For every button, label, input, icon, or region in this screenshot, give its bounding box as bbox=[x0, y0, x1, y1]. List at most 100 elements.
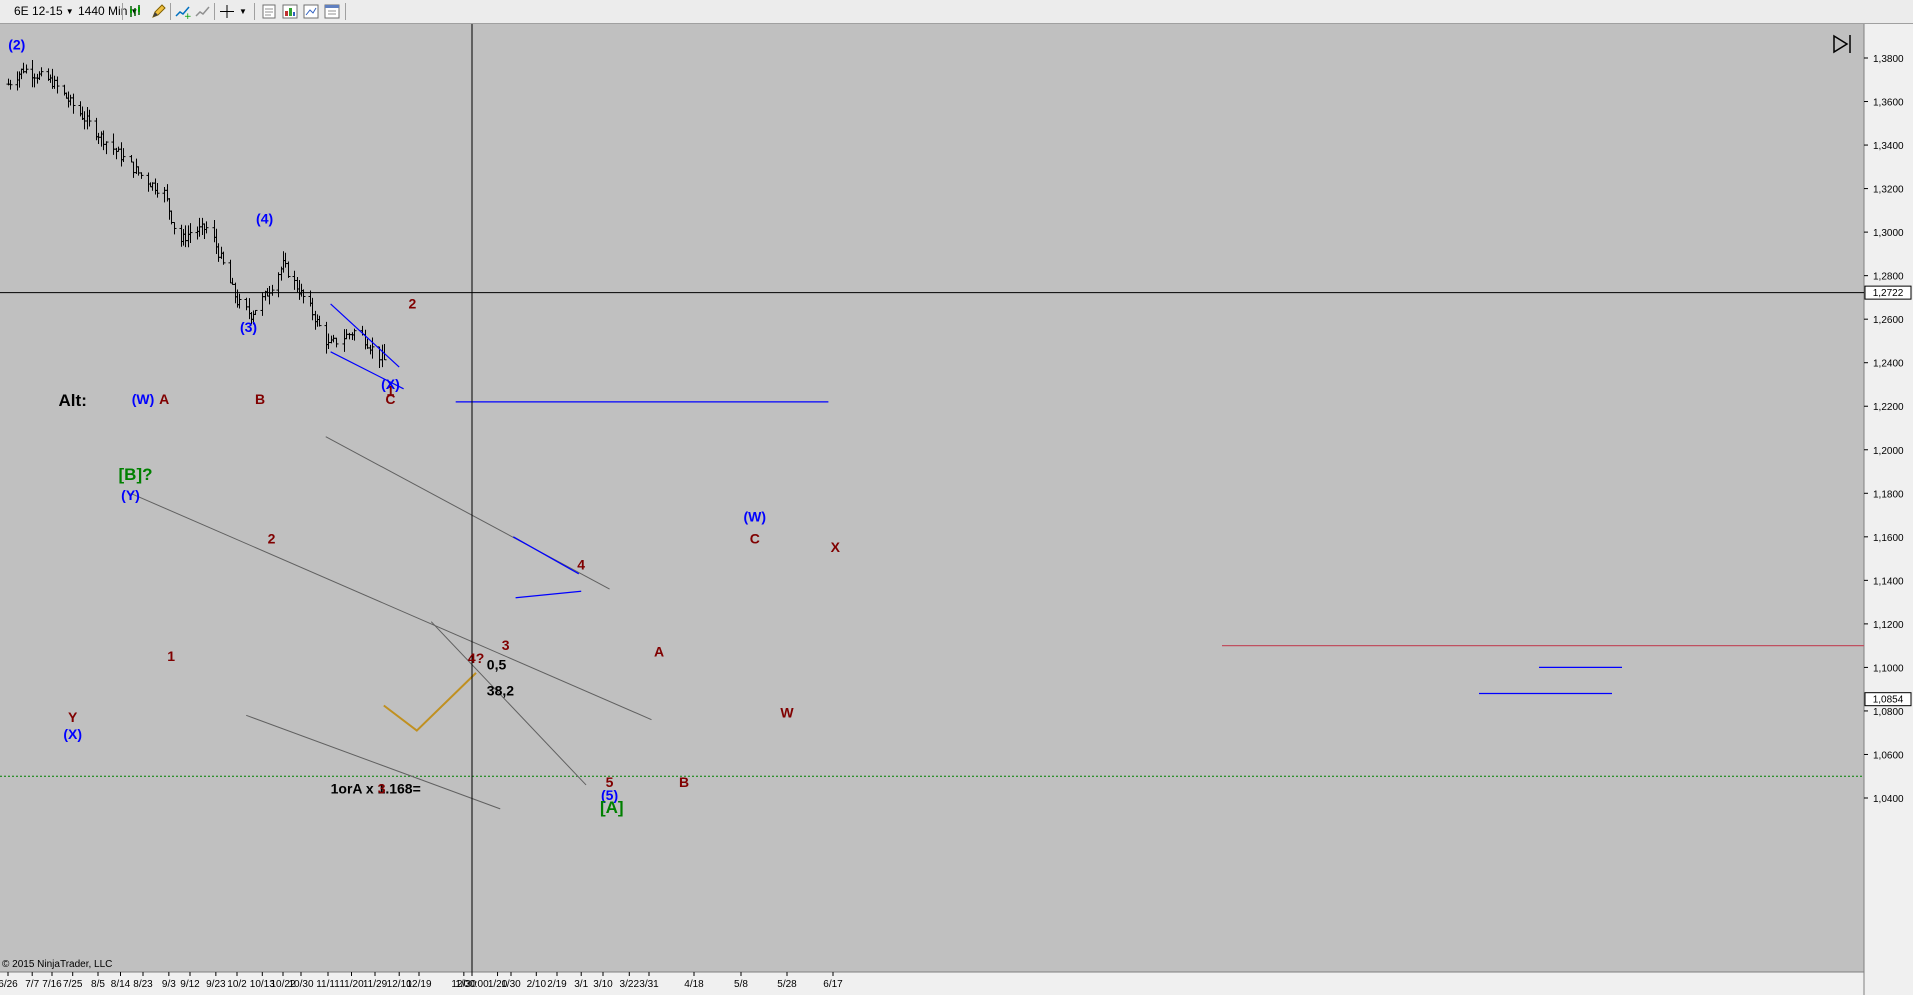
x-tick-label: 5/28 bbox=[777, 979, 797, 990]
y-tick-label: 1,1000 bbox=[1873, 663, 1904, 674]
x-tick-label: 6/26 bbox=[0, 979, 18, 990]
annotation-label: (2) bbox=[8, 36, 25, 52]
x-tick-label: 3/22 bbox=[620, 979, 640, 990]
x-tick-label: 5/8 bbox=[734, 979, 748, 990]
instrument-selector[interactable]: 6E 12-15 ▼ bbox=[14, 3, 74, 20]
annotation-label: W bbox=[780, 704, 794, 720]
y-tick-label: 1,1800 bbox=[1873, 489, 1904, 500]
y-tick-label: 1,1400 bbox=[1873, 576, 1904, 587]
annotation-label: 1 bbox=[167, 648, 175, 664]
toolbar-separator bbox=[345, 3, 346, 20]
annotation-label: (W) bbox=[744, 509, 767, 525]
x-tick-label: 12/30 bbox=[451, 979, 476, 990]
chevron-down-icon: ▼ bbox=[65, 7, 74, 17]
annotation-label: (4) bbox=[256, 210, 273, 226]
annotation-label: [B]? bbox=[119, 465, 153, 484]
toolbar-separator bbox=[122, 3, 123, 20]
toolbar-separator bbox=[254, 3, 255, 20]
last-price-marker: 1,0854 bbox=[1864, 692, 1912, 707]
annotation-label: 3 bbox=[502, 637, 510, 653]
annotation-label: 3 bbox=[378, 781, 386, 797]
annotation-label: A bbox=[159, 391, 169, 407]
chart-trader-icon[interactable] bbox=[323, 3, 341, 20]
copyright-text: © 2015 NinjaTrader, LLC bbox=[2, 959, 112, 970]
new-chart-icon[interactable] bbox=[260, 3, 278, 20]
strategy-icon[interactable] bbox=[194, 3, 212, 20]
y-tick-label: 1,2200 bbox=[1873, 402, 1904, 413]
y-tick-label: 1,2400 bbox=[1873, 359, 1904, 370]
annotation-label: A bbox=[654, 644, 664, 660]
annotation-label: X bbox=[831, 539, 841, 555]
crosshair-icon[interactable] bbox=[218, 3, 236, 20]
annotation-label: (Y) bbox=[121, 487, 140, 503]
annotation-label: (X) bbox=[381, 376, 400, 392]
y-tick-label: 1,2000 bbox=[1873, 446, 1904, 457]
y-tick-label: 1,0800 bbox=[1873, 707, 1904, 718]
bar-style-icon[interactable] bbox=[128, 3, 146, 20]
x-tick-label: 8/23 bbox=[133, 979, 153, 990]
add-indicator-icon[interactable]: + bbox=[174, 3, 192, 22]
annotation-label: (W) bbox=[132, 391, 155, 407]
y-tick-label: 1,3000 bbox=[1873, 228, 1904, 239]
y-tick-label: 1,2800 bbox=[1873, 272, 1904, 283]
annotation-label: 2 bbox=[268, 530, 276, 546]
annotation-label: Alt: bbox=[59, 391, 87, 410]
toolbar-separator bbox=[214, 3, 215, 20]
x-tick-label: 9/12 bbox=[180, 979, 200, 990]
x-tick-label: 6/17 bbox=[823, 979, 843, 990]
price-chart[interactable]: 1,3800 1,3600 1,3400 1,3200 1,3000 1,2800 1,26… bbox=[0, 24, 1913, 995]
properties-icon[interactable] bbox=[281, 3, 299, 20]
crosshair-price-marker: 1,2722 bbox=[1864, 285, 1912, 300]
price-axis-panel bbox=[1864, 24, 1913, 995]
x-tick-label: 1/20 bbox=[488, 979, 508, 990]
y-tick-label: 1,1200 bbox=[1873, 620, 1904, 631]
annotation-label: (X) bbox=[63, 726, 82, 742]
x-tick-label: 11/11 bbox=[316, 979, 340, 990]
annotation-label: 0,5 bbox=[487, 657, 507, 673]
x-tick-label: 12/10 bbox=[387, 979, 412, 990]
x-tick-label: 7/25 bbox=[63, 979, 83, 990]
crosshair-price-label: 1,2722 bbox=[1873, 288, 1904, 299]
data-box-icon[interactable] bbox=[302, 3, 320, 20]
x-tick-label: 9/3 bbox=[162, 979, 176, 990]
toolbar-separator bbox=[170, 3, 171, 20]
y-tick-label: 1,0400 bbox=[1873, 794, 1904, 805]
annotation-label: C bbox=[750, 530, 760, 546]
x-tick-label: 2/10 bbox=[527, 979, 547, 990]
x-tick-label: 10/13 bbox=[250, 979, 275, 990]
annotation-label: 1orA x 1.168= bbox=[331, 781, 421, 797]
x-tick-label: 8/5 bbox=[91, 979, 105, 990]
y-tick-label: 1,3800 bbox=[1873, 54, 1904, 65]
annotation-label: [A] bbox=[600, 798, 624, 817]
y-tick-label: 1,3400 bbox=[1873, 141, 1904, 152]
y-tick-label: 1,2600 bbox=[1873, 315, 1904, 326]
y-tick-label: 1,0600 bbox=[1873, 750, 1904, 761]
x-tick-label: 3/31 bbox=[639, 979, 659, 990]
svg-text:+: + bbox=[184, 12, 192, 20]
plot-background bbox=[0, 24, 1864, 972]
annotation-label: B bbox=[255, 391, 265, 407]
x-tick-label: 10/2 bbox=[227, 979, 247, 990]
x-tick-label: 3/10 bbox=[593, 979, 613, 990]
y-tick-label: 1,3200 bbox=[1873, 185, 1904, 196]
x-tick-label: 9/23 bbox=[206, 979, 226, 990]
x-tick-label: 8/14 bbox=[111, 979, 131, 990]
instrument-label: 6E 12-15 bbox=[14, 4, 63, 18]
x-tick-label: 4/18 bbox=[684, 979, 704, 990]
x-tick-label: 7/7 bbox=[25, 979, 39, 990]
annotation-label: (3) bbox=[240, 319, 257, 335]
x-tick-label: 10/30 bbox=[288, 979, 313, 990]
pencil-draw-icon[interactable] bbox=[150, 3, 168, 20]
interval-label: 1440 Min bbox=[78, 4, 128, 18]
y-tick-label: 1,1600 bbox=[1873, 533, 1904, 544]
chart-toolbar: 6E 12-15▼ 1440 Min ▼ + ▼ bbox=[0, 0, 1913, 24]
x-tick-label: 7/16 bbox=[42, 979, 62, 990]
annotation-label: 4 bbox=[577, 556, 585, 572]
annotation-label: B bbox=[679, 774, 689, 790]
x-tick-label: 11/20 bbox=[339, 979, 364, 990]
chevron-down-icon: ▼ bbox=[239, 7, 247, 17]
y-tick-label: 1,3600 bbox=[1873, 98, 1904, 109]
crosshair-dropdown[interactable]: ▼ bbox=[236, 3, 247, 20]
last-price-label: 1,0854 bbox=[1873, 695, 1904, 706]
x-tick-label: 11/29 bbox=[363, 979, 388, 990]
